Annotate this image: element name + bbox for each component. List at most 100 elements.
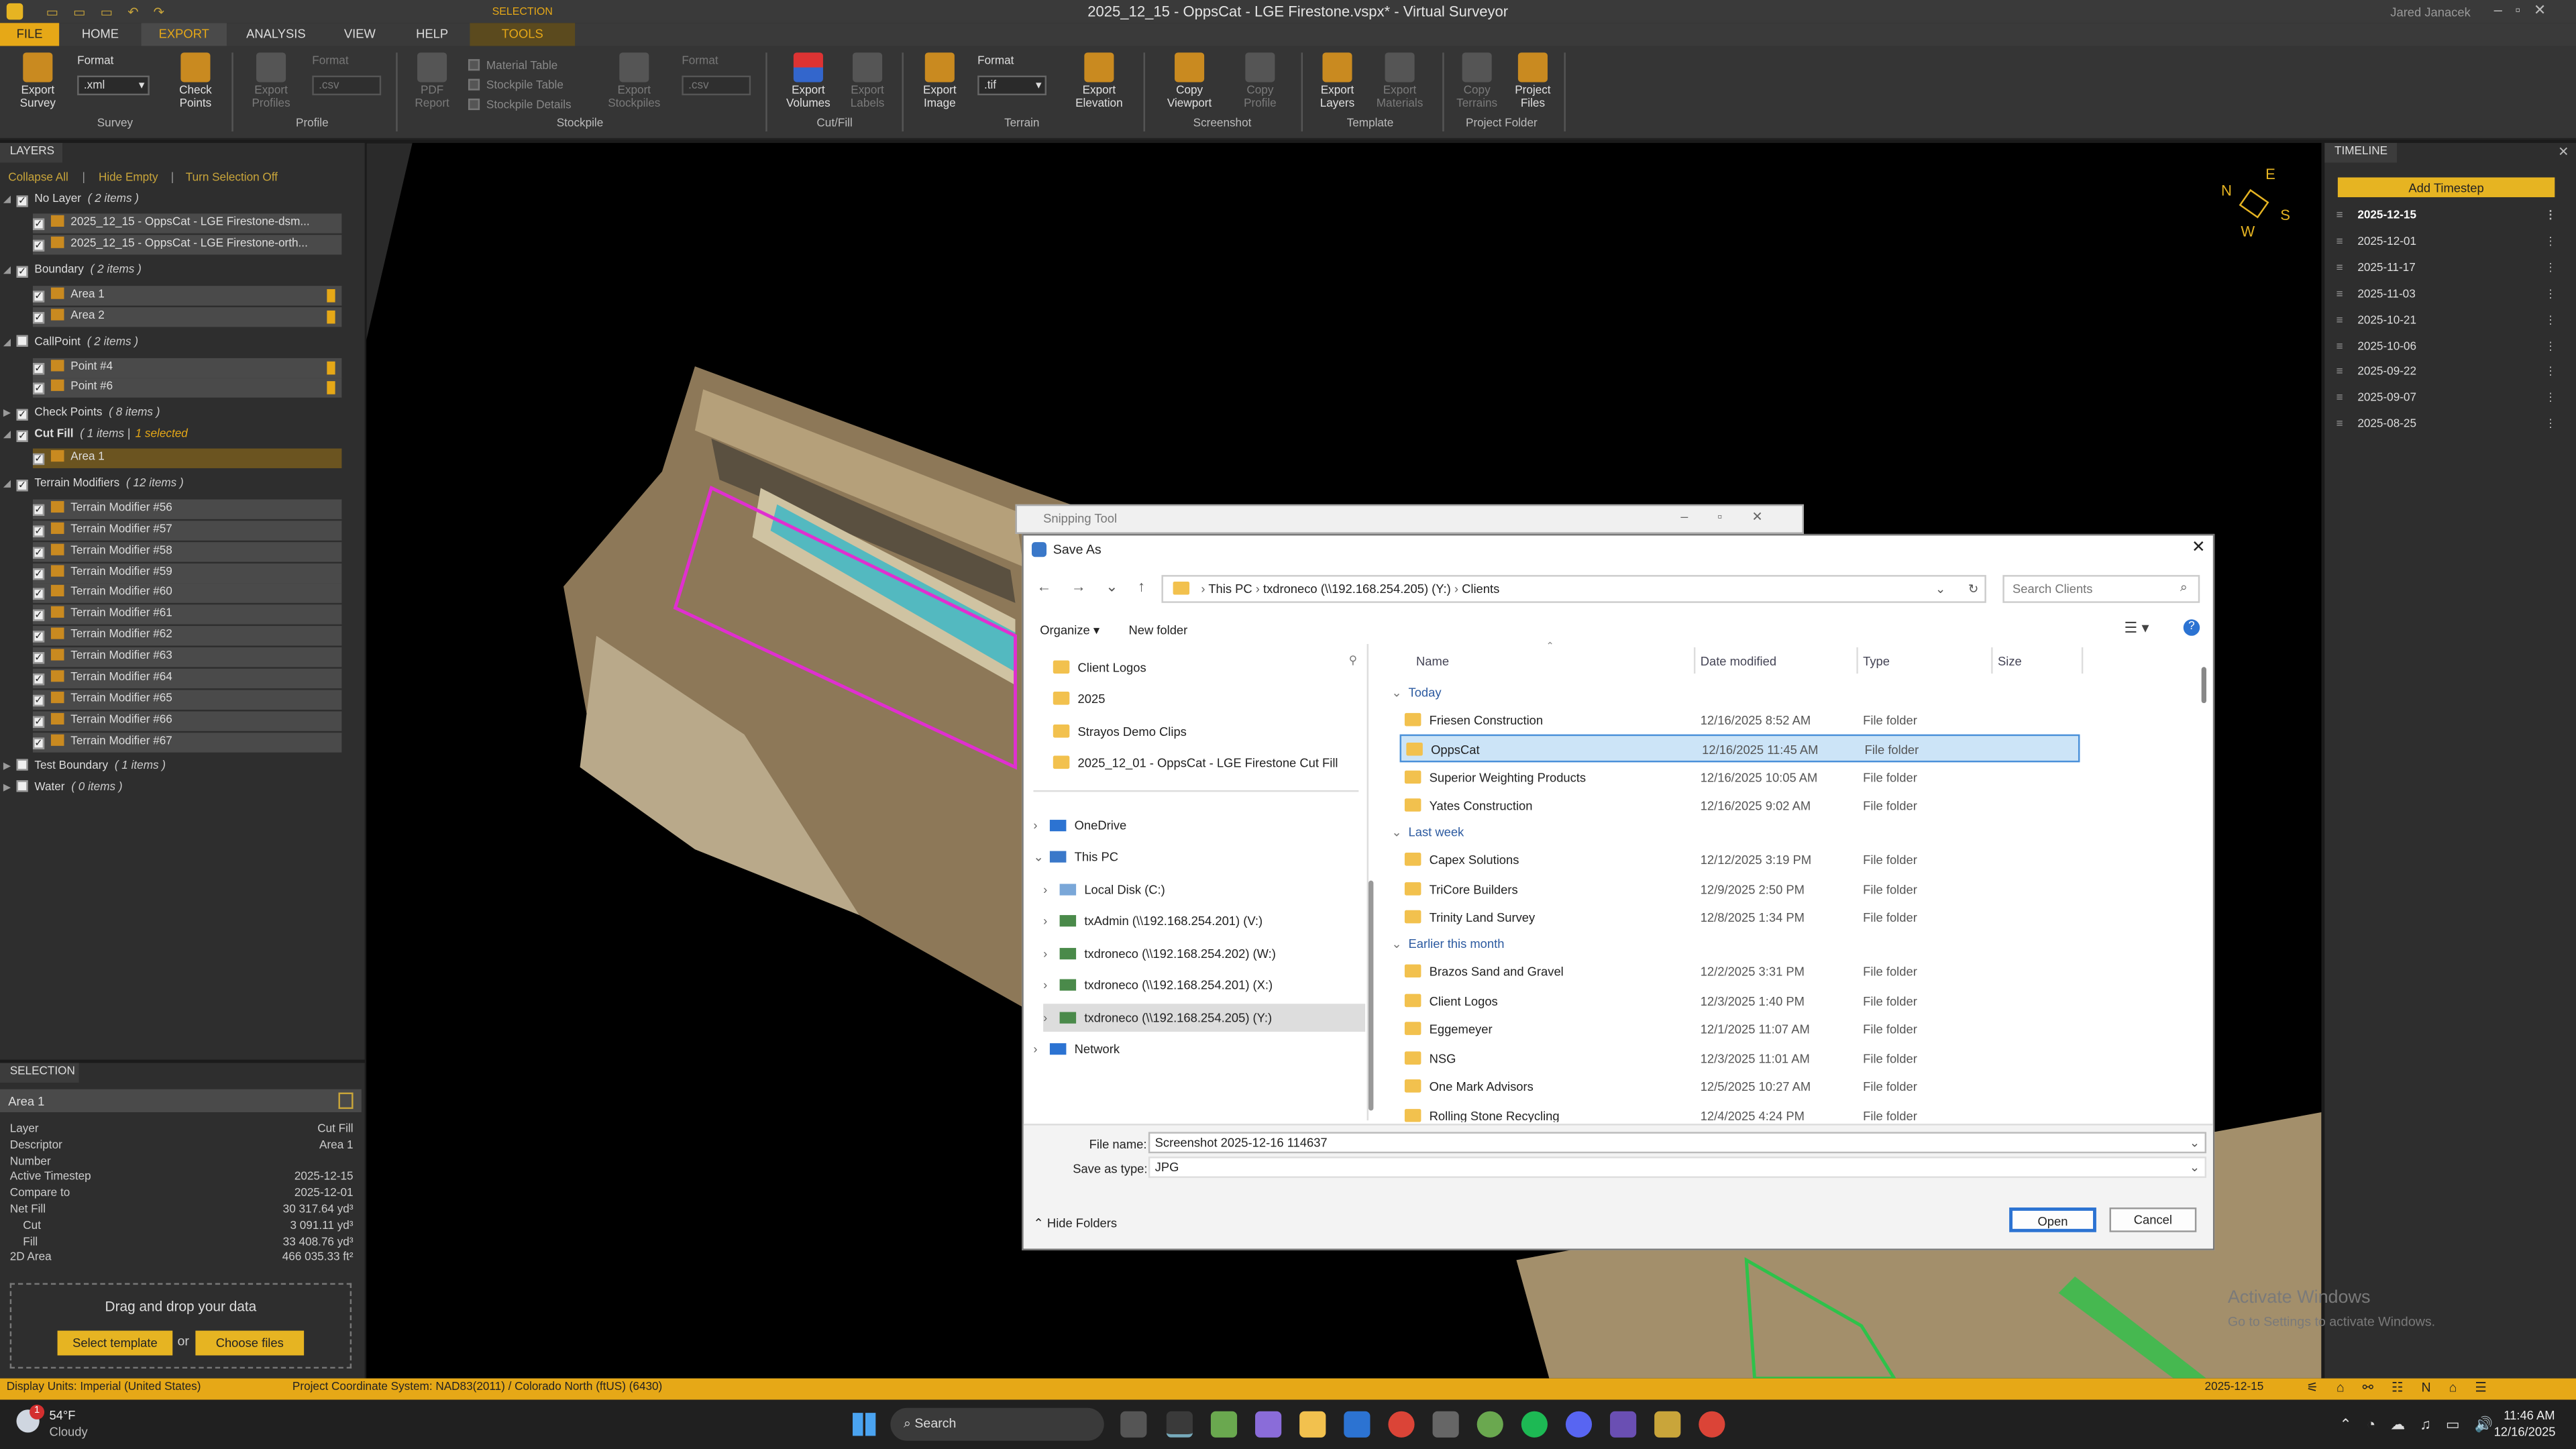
layer-label[interactable]: Terrain Modifier #66: [70, 714, 172, 726]
layer-row[interactable]: ✓ Point #4: [32, 358, 342, 378]
layer-type-icon[interactable]: [50, 522, 64, 534]
expand-arrow-icon[interactable]: ◢: [3, 333, 17, 353]
store-icon[interactable]: [1344, 1411, 1371, 1438]
property-label[interactable]: Layer: [10, 1124, 39, 1135]
check-points-button[interactable]: Check Points: [171, 52, 220, 111]
layer-checkbox[interactable]: ✓: [16, 430, 28, 442]
layer-checkbox[interactable]: [16, 335, 28, 347]
app-icon[interactable]: [1210, 1411, 1238, 1438]
folder-type[interactable]: File folder: [1863, 1045, 1917, 1073]
chrome-icon[interactable]: [1699, 1411, 1725, 1438]
drive-icon[interactable]: [1049, 820, 1067, 832]
task-view-icon[interactable]: [1120, 1411, 1147, 1438]
folder-icon[interactable]: [1404, 853, 1421, 866]
compass[interactable]: N E S W: [2214, 164, 2296, 244]
folder-icon[interactable]: [1406, 742, 1423, 756]
layer-row[interactable]: ✓ Terrain Modifier #65: [32, 690, 342, 710]
layer-row[interactable]: ✓ Terrain Modifier #64: [32, 668, 342, 689]
folder-date[interactable]: 12/1/2025 11:07 AM: [1701, 1015, 1810, 1043]
layer-checkbox[interactable]: [16, 780, 28, 792]
copy-viewport-button[interactable]: Copy Viewport: [1157, 52, 1222, 111]
layer-type-icon[interactable]: [50, 606, 64, 618]
folder-icon[interactable]: [1053, 660, 1070, 674]
nav-item-label[interactable]: Network: [1075, 1042, 1120, 1057]
layer-checkbox[interactable]: ✓: [32, 694, 45, 707]
nav-quick-item[interactable]: Client Logos: [1053, 654, 1146, 682]
timeline-date[interactable]: 2025-09-22: [2357, 367, 2416, 378]
copilot-icon[interactable]: [1255, 1411, 1282, 1438]
folder-row[interactable]: TriCore Builders 12/9/2025 2:50 PM File fo…: [1400, 875, 2080, 904]
expand-arrow-icon[interactable]: ›: [1043, 907, 1059, 935]
copy-profile-button[interactable]: Copy Profile: [1229, 52, 1291, 111]
folder-date[interactable]: 12/16/2025 8:52 AM: [1701, 706, 1811, 735]
folder-type[interactable]: File folder: [1863, 1102, 1917, 1122]
layer-label[interactable]: Terrain Modifier #67: [70, 736, 172, 747]
layer-row[interactable]: ✓ 2025_12_15 - OppsCat - LGE Firestone-or…: [32, 235, 342, 255]
layer-type-icon[interactable]: [50, 734, 64, 746]
more-options-icon[interactable]: ⋮: [2545, 415, 2557, 437]
expand-arrow-icon[interactable]: ▶: [3, 757, 17, 777]
layer-type-icon[interactable]: [50, 543, 64, 555]
folder-date[interactable]: 12/5/2025 10:27 AM: [1701, 1073, 1811, 1101]
layer-checkbox[interactable]: ✓: [32, 547, 45, 559]
layer-label[interactable]: 2025_12_15 - OppsCat - LGE Firestone-ort…: [70, 238, 308, 250]
folder-type[interactable]: File folder: [1863, 792, 1917, 820]
folder-icon[interactable]: [1404, 882, 1421, 896]
layer-row[interactable]: ✓ Terrain Modifier #62: [32, 626, 342, 646]
layer-label[interactable]: Terrain Modifier #65: [70, 693, 172, 704]
folder-type[interactable]: File folder: [1863, 958, 1917, 986]
layer-type-icon[interactable]: [50, 360, 64, 372]
folder-row[interactable]: Yates Construction 12/16/2025 9:02 AM File…: [1400, 792, 2080, 820]
property-value[interactable]: Area 1: [319, 1140, 354, 1151]
layer-label[interactable]: Test Boundary: [34, 761, 108, 772]
layer-checkbox[interactable]: ✓: [16, 195, 28, 207]
folder-name[interactable]: Superior Weighting Products: [1430, 771, 1586, 786]
timeline-date[interactable]: 2025-09-07: [2357, 393, 2416, 405]
taskbar-search[interactable]: ⌕ Search: [890, 1407, 1104, 1441]
layer-label[interactable]: Terrain Modifier #57: [70, 524, 172, 535]
qgis-icon[interactable]: [1477, 1411, 1503, 1438]
layer-row[interactable]: ✓ Area 1: [32, 286, 342, 306]
tab-help[interactable]: HELP: [401, 23, 464, 46]
timeline-item[interactable]: ≡ 2025-12-15 ⋮: [2336, 205, 2563, 228]
folder-row[interactable]: OppsCat 12/16/2025 11:45 AM File folder: [1399, 734, 2080, 764]
timeline-date[interactable]: 2025-12-01: [2357, 236, 2416, 248]
nav-tree-item[interactable]: › txdroneco (\\192.168.254.201) (X:): [1043, 971, 1273, 999]
layer-checkbox[interactable]: ✓: [16, 409, 28, 421]
chrome-icon[interactable]: [1388, 1411, 1415, 1438]
drag-handle-icon[interactable]: ≡: [2336, 415, 2347, 437]
layer-row[interactable]: ✓ 2025_12_15 - OppsCat - LGE Firestone-ds…: [32, 213, 342, 233]
project-files-button[interactable]: Project Files: [1508, 52, 1557, 111]
property-value[interactable]: 33 408.76 yd³: [283, 1236, 354, 1248]
nav-tree-item[interactable]: › OneDrive: [1033, 812, 1126, 840]
layer-type-icon[interactable]: [50, 565, 64, 577]
layer-count[interactable]: ( 2 items ): [88, 194, 139, 205]
layer-checkbox[interactable]: ✓: [32, 588, 45, 600]
drag-handle-icon[interactable]: ≡: [2336, 336, 2347, 359]
folder-icon[interactable]: [1404, 994, 1421, 1008]
layer-row[interactable]: ✓ Area 2: [32, 307, 342, 327]
layer-type-icon[interactable]: [50, 712, 64, 725]
layer-checkbox[interactable]: ✓: [16, 266, 28, 278]
nav-tree-item[interactable]: › Local Disk (C:): [1043, 875, 1165, 904]
group-header[interactable]: ⌄ Last week: [1391, 818, 1464, 847]
layer-checkbox[interactable]: ✓: [32, 382, 45, 394]
export-materials-button[interactable]: Export Materials: [1367, 52, 1433, 111]
layer-type-icon[interactable]: [50, 500, 64, 513]
folder-row[interactable]: NSG 12/3/2025 11:01 AM File folder: [1400, 1045, 2080, 1073]
folder-icon[interactable]: [1053, 724, 1070, 738]
layer-label[interactable]: Area 1: [70, 451, 105, 463]
drive-icon[interactable]: [1049, 851, 1067, 863]
group-label[interactable]: Last week: [1409, 824, 1464, 839]
timeline-item[interactable]: ≡ 2025-11-17 ⋮: [2336, 258, 2563, 280]
virtual-surveyor-icon[interactable]: [1166, 1411, 1193, 1438]
expand-arrow-icon[interactable]: ◢: [3, 191, 17, 210]
expand-arrow-icon[interactable]: ▶: [3, 404, 17, 423]
folder-icon[interactable]: [1404, 910, 1421, 924]
timeline-date[interactable]: 2025-10-06: [2357, 341, 2416, 352]
folder-date[interactable]: 12/16/2025 11:45 AM: [1702, 736, 1818, 764]
nav-item-label[interactable]: txdroneco (\\192.168.254.205) (Y:): [1084, 1010, 1272, 1025]
layer-type-icon[interactable]: [50, 692, 64, 704]
nav-divider[interactable]: [1033, 790, 1359, 792]
open-button[interactable]: Open: [2009, 1208, 2096, 1232]
